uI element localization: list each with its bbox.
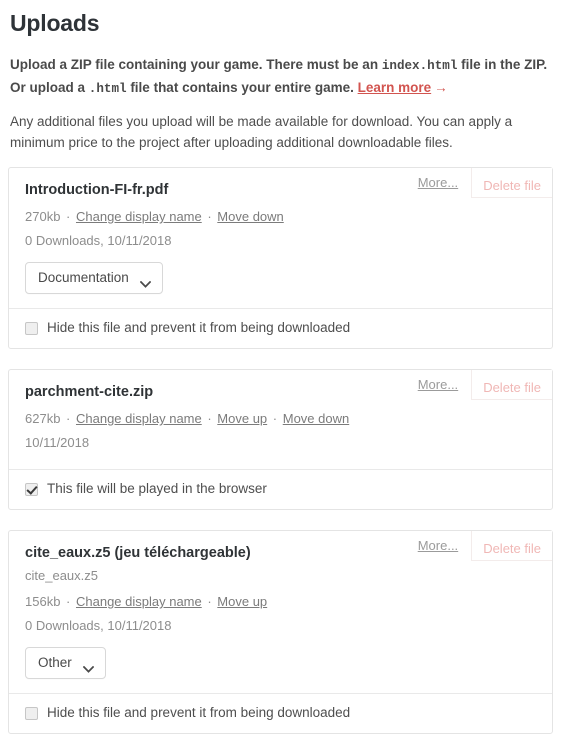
- file-list: More... Delete file Introduction-FI-fr.p…: [8, 167, 553, 734]
- file-card-2: More... Delete file parchment-cite.zip 6…: [8, 369, 553, 510]
- file-card-1: More... Delete file Introduction-FI-fr.p…: [8, 167, 553, 349]
- file-stats: 10/11/2018: [25, 435, 90, 450]
- file-card-footer: Hide this file and prevent it from being…: [9, 308, 552, 348]
- file-size: 156kb: [25, 594, 61, 609]
- file-meta-line: 270kb · Change display name · Move down: [25, 207, 536, 227]
- more-link[interactable]: More...: [405, 531, 471, 561]
- delete-file-button[interactable]: Delete file: [471, 168, 552, 198]
- file-type-select[interactable]: Other: [25, 647, 106, 679]
- file-visibility-checkbox[interactable]: [25, 482, 38, 496]
- more-link[interactable]: More...: [405, 168, 471, 198]
- file-type-select-label: Documentation: [38, 270, 129, 285]
- page-title: Uploads: [10, 10, 100, 36]
- intro-text-3: file that contains your entire game.: [126, 80, 358, 95]
- index-html-code: index.html: [381, 59, 458, 73]
- upload-instructions: Upload a ZIP file containing your game. …: [10, 54, 553, 100]
- file-size: 270kb: [25, 209, 61, 224]
- delete-file-button[interactable]: Delete file: [471, 531, 552, 561]
- meta-separator: ·: [203, 594, 216, 609]
- chevron-down-icon: [139, 275, 152, 288]
- file-type-select[interactable]: Documentation: [25, 262, 163, 294]
- arrow-right-icon: →: [434, 80, 448, 95]
- meta-separator: ·: [62, 209, 74, 224]
- chevron-down-icon: [82, 660, 94, 673]
- file-meta-line: 627kb · Change display name · Move up · …: [25, 409, 536, 429]
- meta-separator: ·: [203, 209, 216, 224]
- file-card-body: More... Delete file cite_eaux.z5 (jeu té…: [9, 531, 552, 693]
- file-action-link-move-up[interactable]: Move up: [217, 411, 267, 426]
- file-card-actions: More... Delete file: [405, 168, 552, 198]
- file-subname: cite_eaux.z5: [25, 568, 98, 583]
- file-card-actions: More... Delete file: [405, 531, 552, 561]
- delete-file-button[interactable]: Delete file: [471, 370, 552, 400]
- learn-more-label: Learn more: [357, 80, 432, 95]
- file-stats: 0 Downloads, 10/11/2018: [25, 233, 172, 248]
- file-type-select-label: Other: [38, 655, 72, 670]
- file-card-3: More... Delete file cite_eaux.z5 (jeu té…: [8, 530, 553, 734]
- html-ext-code: .html: [88, 82, 127, 96]
- file-visibility-label[interactable]: Hide this file and prevent it from being…: [47, 705, 350, 721]
- file-size: 627kb: [25, 411, 61, 426]
- file-visibility-label[interactable]: Hide this file and prevent it from being…: [47, 320, 350, 336]
- file-card-actions: More... Delete file: [405, 370, 552, 400]
- meta-separator: ·: [62, 594, 74, 609]
- meta-separator: ·: [62, 411, 74, 426]
- uploads-page: Uploads Upload a ZIP file containing you…: [0, 0, 561, 734]
- file-action-link-move-down[interactable]: Move down: [217, 209, 283, 224]
- file-card-body: More... Delete file parchment-cite.zip 6…: [9, 370, 552, 469]
- file-action-link-change-display-name[interactable]: Change display name: [76, 209, 202, 224]
- file-card-footer: Hide this file and prevent it from being…: [9, 693, 552, 733]
- file-action-link-move-down[interactable]: Move down: [283, 411, 349, 426]
- file-action-link-change-display-name[interactable]: Change display name: [76, 594, 202, 609]
- file-visibility-label[interactable]: This file will be played in the browser: [47, 481, 267, 497]
- file-action-link-change-display-name[interactable]: Change display name: [76, 411, 202, 426]
- intro-text-1: Upload a ZIP file containing your game. …: [10, 57, 382, 72]
- file-meta-line: 156kb · Change display name · Move up: [25, 592, 536, 612]
- file-visibility-checkbox[interactable]: [25, 706, 38, 720]
- file-stats: 0 Downloads, 10/11/2018: [25, 618, 172, 633]
- file-visibility-checkbox[interactable]: [25, 321, 38, 335]
- meta-separator: ·: [269, 411, 281, 426]
- more-link[interactable]: More...: [405, 370, 471, 400]
- meta-separator: ·: [203, 411, 216, 426]
- additional-files-note: Any additional files you upload will be …: [10, 114, 513, 150]
- file-action-link-move-up[interactable]: Move up: [217, 594, 267, 609]
- file-card-footer: This file will be played in the browser: [9, 469, 552, 509]
- file-card-body: More... Delete file Introduction-FI-fr.p…: [9, 168, 552, 308]
- learn-more-link[interactable]: Learn more →: [358, 80, 448, 95]
